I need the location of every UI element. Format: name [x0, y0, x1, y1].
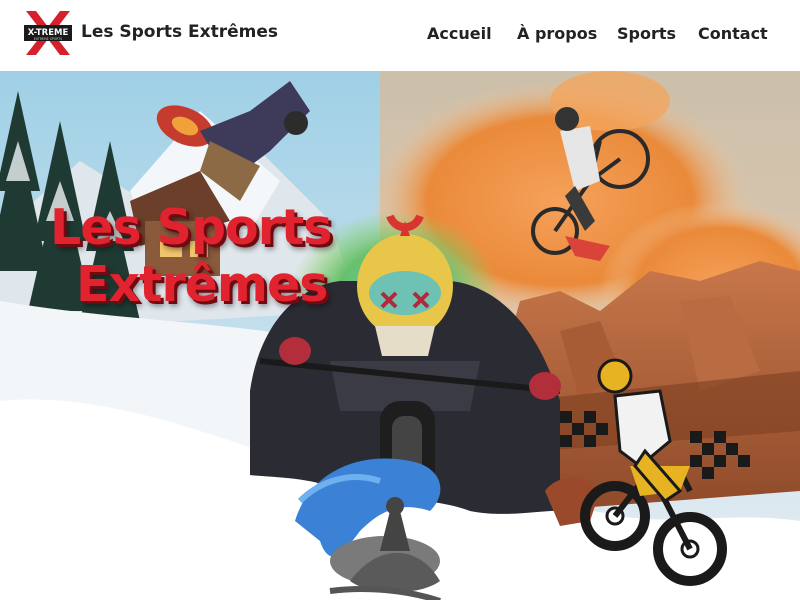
hero-title: Les Sports Extrêmes: [50, 199, 390, 313]
hero-title-line-2: Extrêmes: [76, 256, 328, 313]
site-header: X-TREME EXTREME SPORTS Les Sports Extrêm…: [0, 0, 800, 71]
site-title[interactable]: Les Sports Extrêmes: [81, 22, 278, 42]
nav-a-propos[interactable]: À propos: [517, 24, 597, 43]
nav-accueil[interactable]: Accueil: [427, 24, 492, 43]
x-treme-logo-icon[interactable]: X-TREME EXTREME SPORTS: [22, 9, 74, 57]
hero-title-line-1: Les Sports: [50, 199, 332, 256]
logo-tagline: EXTREME SPORTS: [34, 37, 63, 41]
nav-sports[interactable]: Sports: [617, 24, 676, 43]
hero-collage-image: [0, 71, 800, 600]
nav-contact[interactable]: Contact: [698, 24, 768, 43]
hero-banner: Les Sports Extrêmes: [0, 71, 800, 600]
